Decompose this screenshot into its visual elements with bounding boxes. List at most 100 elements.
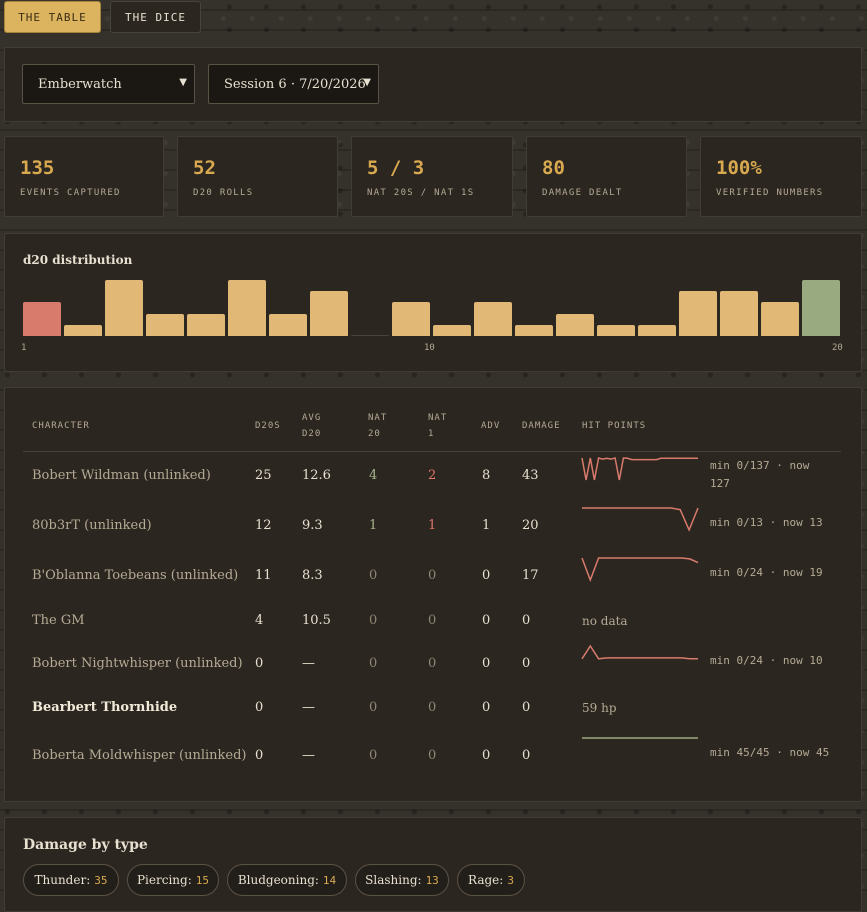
col-header-nat1: NAT 1	[428, 413, 448, 439]
cell-nat20: 1	[369, 518, 378, 533]
col-header-nat20: NAT 20	[368, 413, 388, 439]
header-divider	[23, 451, 841, 452]
hit-points-text: 59 hp	[582, 701, 617, 715]
tab-the-table[interactable]: THE TABLE	[4, 1, 101, 33]
cell-d20s: 25	[255, 468, 272, 483]
stat-label: VERIFIED NUMBERS	[716, 188, 824, 198]
hp-line	[581, 457, 698, 481]
stat-value: 100%	[716, 157, 762, 179]
cell-damage: 0	[522, 748, 531, 763]
tab-the-dice[interactable]: THE DICE	[110, 1, 201, 33]
damage-chip-bludgeoning: Bludgeoning: 14	[227, 864, 347, 896]
stat-nat20s-nat1s: 5 / 3 NAT 20S / NAT 1S	[351, 136, 513, 217]
hit-points-note: min 0/13 · now 13	[710, 516, 823, 529]
cell-avg-d20: —	[302, 748, 315, 763]
cell-nat1: 1	[428, 518, 437, 533]
hit-points-note: min 0/24 · now 10	[710, 654, 823, 667]
cell-adv: 0	[482, 700, 491, 715]
cell-d20s: 0	[255, 700, 264, 715]
cell-nat20: 0	[369, 613, 378, 628]
histogram-bar-17	[679, 291, 717, 336]
cell-nat1: 0	[428, 700, 437, 715]
session-select-value: Session 6 · 7/20/2026	[224, 76, 366, 92]
cell-adv: 0	[482, 656, 491, 671]
col-header-adv: ADV	[481, 421, 501, 431]
histogram-bar-6	[228, 280, 266, 336]
stat-d20-rolls: 52 D20 ROLLS	[177, 136, 338, 217]
stat-label: D20 ROLLS	[193, 188, 254, 198]
cell-nat1: 2	[428, 468, 437, 483]
histogram-bar-7	[269, 314, 307, 336]
histogram-bar-5	[187, 314, 225, 336]
histogram-bar-19	[761, 302, 799, 336]
histogram-bar-14	[556, 314, 594, 336]
histogram-bar-12	[474, 302, 512, 336]
histogram-bar-2	[64, 325, 102, 336]
stat-value: 80	[542, 157, 565, 179]
session-select[interactable]: Session 6 · 7/20/2026 ▼	[208, 64, 379, 104]
hit-points-text: no data	[582, 614, 628, 628]
hit-points-note: min 0/137 · now 127	[710, 459, 810, 490]
cell-d20s: 4	[255, 613, 264, 628]
tick-label: 10	[424, 343, 435, 353]
stat-verified-numbers: 100% VERIFIED NUMBERS	[700, 136, 862, 217]
cell-adv: 0	[482, 748, 491, 763]
character-name: B'Oblanna Toebeans (unlinked)	[32, 568, 239, 583]
cell-damage: 0	[522, 700, 531, 715]
hp-sparkline	[581, 457, 698, 481]
histogram-bar-8	[310, 291, 348, 336]
cell-adv: 0	[482, 568, 491, 583]
damage-title: Damage by type	[23, 837, 148, 853]
character-name: The GM	[32, 613, 85, 628]
character-name: 80b3rT (unlinked)	[32, 518, 152, 533]
character-name: Boberta Moldwhisper (unlinked)	[32, 748, 247, 763]
d20-distribution-panel: d20 distribution 1 10 20	[4, 233, 862, 372]
cell-d20s: 11	[255, 568, 272, 583]
cell-nat1: 0	[428, 656, 437, 671]
cell-nat20: 0	[369, 568, 378, 583]
cell-damage: 43	[522, 468, 539, 483]
hp-line	[581, 557, 699, 583]
cell-d20s: 0	[255, 748, 264, 763]
cell-nat1: 0	[428, 568, 437, 583]
histogram-bar-4	[146, 314, 184, 336]
stat-label: DAMAGE DEALT	[542, 188, 623, 198]
stat-damage-dealt: 80 DAMAGE DEALT	[526, 136, 687, 217]
histogram-bar-10	[392, 302, 430, 336]
cell-d20s: 12	[255, 518, 272, 533]
cell-adv: 8	[482, 468, 491, 483]
character-name: Bobert Nightwhisper (unlinked)	[32, 656, 243, 671]
character-table: CHARACTER D20S AVG D20 NAT 20 NAT 1 ADV …	[4, 387, 862, 802]
histogram-bar-9	[351, 335, 389, 336]
character-name: Bearbert Thornhide	[32, 700, 178, 715]
campaign-select[interactable]: Emberwatch ▼	[22, 64, 195, 104]
cell-damage: 20	[522, 518, 539, 533]
character-name: Bobert Wildman (unlinked)	[32, 468, 211, 483]
damage-by-type-panel: Damage by type Thunder: 35 Piercing: 15 Bl…	[4, 817, 862, 912]
cell-nat20: 4	[369, 468, 378, 483]
col-header-hit-points: HIT POINTS	[582, 421, 647, 431]
hp-sparkline	[581, 644, 698, 660]
histogram-bar-18	[720, 291, 758, 336]
hp-sparkline	[581, 557, 699, 583]
cell-nat20: 0	[369, 700, 378, 715]
col-header-avg: AVG D20	[302, 413, 322, 439]
cell-damage: 0	[522, 613, 531, 628]
damage-chip-rage: Rage: 3	[457, 864, 525, 896]
histogram-bar-16	[638, 325, 676, 336]
cell-avg-d20: 10.5	[302, 613, 331, 628]
cell-avg-d20: —	[302, 700, 315, 715]
histogram-bar-15	[597, 325, 635, 336]
stat-value: 52	[193, 157, 216, 179]
stat-value: 5 / 3	[367, 157, 425, 179]
cell-damage: 17	[522, 568, 539, 583]
hit-points-note: min 45/45 · now 45	[710, 746, 830, 759]
cell-avg-d20: —	[302, 656, 315, 671]
hp-sparkline	[582, 737, 698, 739]
cell-d20s: 0	[255, 656, 264, 671]
tick-label: 1	[21, 343, 27, 353]
damage-chip-slashing: Slashing: 13	[355, 864, 449, 896]
cell-damage: 0	[522, 656, 531, 671]
hp-line	[582, 507, 699, 532]
cell-nat20: 0	[369, 748, 378, 763]
